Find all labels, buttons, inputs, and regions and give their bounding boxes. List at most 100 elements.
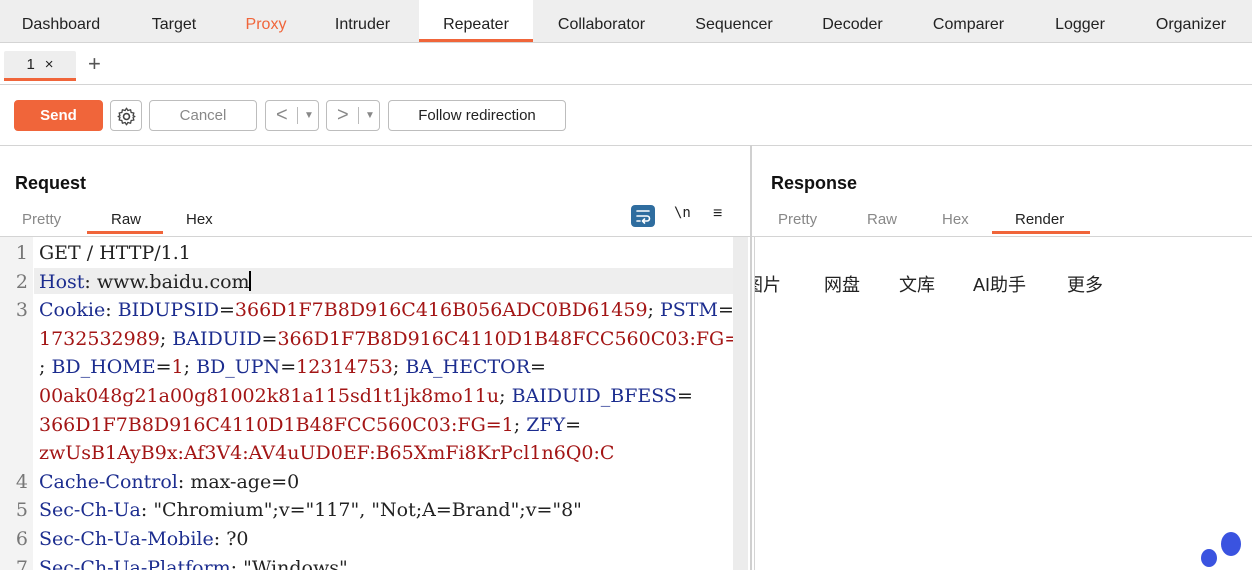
main-tab-bar: Dashboard Target Proxy Intruder Repeater…: [0, 0, 1252, 43]
request-tab-raw[interactable]: Raw: [111, 210, 141, 230]
cookie-name: BA_HECTOR: [405, 356, 531, 379]
line-number: 3: [15, 299, 28, 322]
back-button[interactable]: < ▼: [265, 100, 319, 131]
close-icon[interactable]: ×: [45, 56, 54, 73]
response-tab-raw[interactable]: Raw: [867, 210, 897, 230]
tab-dashboard[interactable]: Dashboard: [0, 0, 122, 42]
header-sec-ch-ua-mobile: Sec-Ch-Ua-Mobile: ?0: [39, 528, 249, 550]
header-key: Sec-Ch-Ua-Platform: [39, 556, 231, 570]
cookie-continuation: zwUsB1AyB9x:Af3V4:AV4uUD0EF:B65XmFi8KrPc…: [39, 439, 614, 468]
chevron-left-icon: <: [276, 104, 288, 126]
divider: [0, 145, 1252, 146]
repeater-tab-1[interactable]: 1 ×: [4, 51, 76, 81]
header-key: Cache-Control: [39, 470, 178, 493]
forward-button[interactable]: > ▼: [326, 100, 380, 131]
toolbar: Send Cancel < ▼ > ▼ Follow redirection: [0, 85, 1252, 145]
hamburger-menu-icon[interactable]: ≡: [713, 205, 722, 223]
cookie-name: BAIDUID_BFESS: [511, 385, 677, 407]
line-number: 5: [15, 499, 28, 522]
render-link-ai-assistant[interactable]: AI助手: [973, 271, 1026, 297]
cookie-value: 1: [171, 356, 184, 379]
cookie-name: BD_UPN: [196, 356, 281, 379]
tab-target[interactable]: Target: [122, 0, 226, 42]
header-cookie: Cookie: BIDUPSID=366D1F7B8D916C416B056AD…: [39, 299, 733, 322]
tab-logger[interactable]: Logger: [1030, 0, 1130, 42]
response-tab-pretty[interactable]: Pretty: [778, 210, 817, 230]
add-tab-icon[interactable]: +: [88, 52, 101, 76]
separator: [358, 107, 359, 124]
render-link-netdisk[interactable]: 网盘: [824, 271, 860, 297]
separator: [297, 107, 298, 124]
cookie-name: PSTM: [660, 299, 718, 322]
response-tab-render[interactable]: Render: [1015, 210, 1064, 230]
request-editor[interactable]: 1 2 3 4 5 6 7 GET / HTTP/1.1 Host: www.b…: [0, 237, 733, 570]
line-number-gutter: 1 2 3 4 5 6 7: [0, 237, 33, 570]
active-tab-indicator: [992, 231, 1090, 234]
cookie-continuation: 00ak048g21a00g81002k81a115sd1t1jk8mo11u;…: [39, 385, 693, 407]
cookie-continuation: 366D1F7B8D916C4110D1B48FCC560C03:FG=1; Z…: [39, 413, 582, 436]
line-number: 6: [15, 528, 28, 550]
line-number: 4: [15, 470, 28, 493]
word-wrap-icon[interactable]: [631, 205, 655, 227]
response-render-view: 图片 网盘 文库 AI助手 更多: [754, 237, 1252, 570]
request-tab-hex[interactable]: Hex: [186, 210, 213, 230]
chevron-down-icon[interactable]: ▼: [365, 108, 375, 124]
line-number: 7: [15, 556, 28, 570]
cookie-value: 366D1F7B8D916C4110D1B48FCC560C03:FG=1: [39, 413, 514, 436]
follow-redirection-button[interactable]: Follow redirection: [388, 100, 566, 131]
cookie-value: 1732532989: [39, 327, 160, 350]
request-tab-pretty[interactable]: Pretty: [22, 210, 61, 230]
cookie-name: BD_HOME: [51, 356, 156, 379]
cancel-button[interactable]: Cancel: [149, 100, 257, 131]
tab-repeater[interactable]: Repeater: [419, 0, 533, 42]
text-cursor: [248, 270, 251, 291]
active-tab-indicator: [87, 231, 163, 234]
tab-comparer[interactable]: Comparer: [907, 0, 1030, 42]
cookie-value: 12314753: [296, 356, 393, 379]
request-line: GET / HTTP/1.1: [39, 242, 191, 264]
cookie-continuation: ; BD_HOME=1; BD_UPN=12314753; BA_HECTOR=: [39, 356, 546, 379]
header-sec-ch-ua: Sec-Ch-Ua: "Chromium";v="117", "Not;A=Br…: [39, 499, 582, 522]
header-value: "Chromium";v="117", "Not;A=Brand";v="8": [153, 499, 582, 522]
header-value: www.baidu.com: [96, 270, 250, 293]
header-cache-control: Cache-Control: max-age=0: [39, 470, 300, 493]
request-title: Request: [15, 173, 87, 193]
chevron-down-icon[interactable]: ▼: [304, 108, 314, 124]
panel-splitter[interactable]: [750, 145, 752, 570]
tab-collaborator[interactable]: Collaborator: [533, 0, 670, 42]
header-value: ?0: [226, 528, 249, 550]
chevron-right-icon: >: [337, 104, 349, 126]
render-link-more[interactable]: 更多: [1067, 271, 1103, 297]
repeater-tab-bar: 1 × +: [0, 43, 1252, 85]
settings-button[interactable]: [110, 100, 142, 131]
render-link-wenku[interactable]: 文库: [899, 271, 935, 297]
header-key: Host: [39, 270, 85, 293]
header-key: Cookie: [39, 299, 106, 322]
header-key: Sec-Ch-Ua: [39, 499, 141, 522]
repeater-tab-label: 1: [26, 56, 35, 73]
cookie-continuation: 1732532989; BAIDUID=366D1F7B8D916C4110D1…: [39, 325, 733, 354]
header-key: Sec-Ch-Ua-Mobile: [39, 528, 214, 550]
header-sec-ch-ua-platform: Sec-Ch-Ua-Platform: "Windows": [39, 554, 348, 570]
cookie-value: 366D1F7B8D916C4110D1B48FCC560C03:FG=1: [277, 327, 733, 350]
response-tab-hex[interactable]: Hex: [942, 210, 969, 230]
cookie-value: 366D1F7B8D916C416B056ADC0BD61459: [234, 299, 648, 322]
response-title: Response: [771, 173, 858, 193]
cookie-name: ZFY: [526, 413, 566, 436]
editor-scrollbar[interactable]: [733, 237, 748, 570]
tab-intruder[interactable]: Intruder: [306, 0, 419, 42]
tab-decoder[interactable]: Decoder: [798, 0, 907, 42]
tab-proxy[interactable]: Proxy: [226, 0, 306, 42]
newline-toggle-icon[interactable]: \n: [674, 205, 691, 221]
header-host: Host: www.baidu.com: [39, 270, 251, 293]
cookie-name: BIDUPSID: [117, 299, 219, 322]
gear-icon: [117, 107, 136, 126]
send-button[interactable]: Send: [14, 100, 103, 131]
cookie-value: 00ak048g21a00g81002k81a115sd1t1jk8mo11u: [39, 385, 500, 407]
header-value: max-age=0: [190, 470, 300, 493]
cookie-name: BAIDUID: [172, 327, 262, 350]
render-link-images[interactable]: 图片: [755, 271, 781, 297]
tab-organizer[interactable]: Organizer: [1130, 0, 1252, 42]
tab-sequencer[interactable]: Sequencer: [670, 0, 798, 42]
line-number: 2: [15, 270, 28, 293]
